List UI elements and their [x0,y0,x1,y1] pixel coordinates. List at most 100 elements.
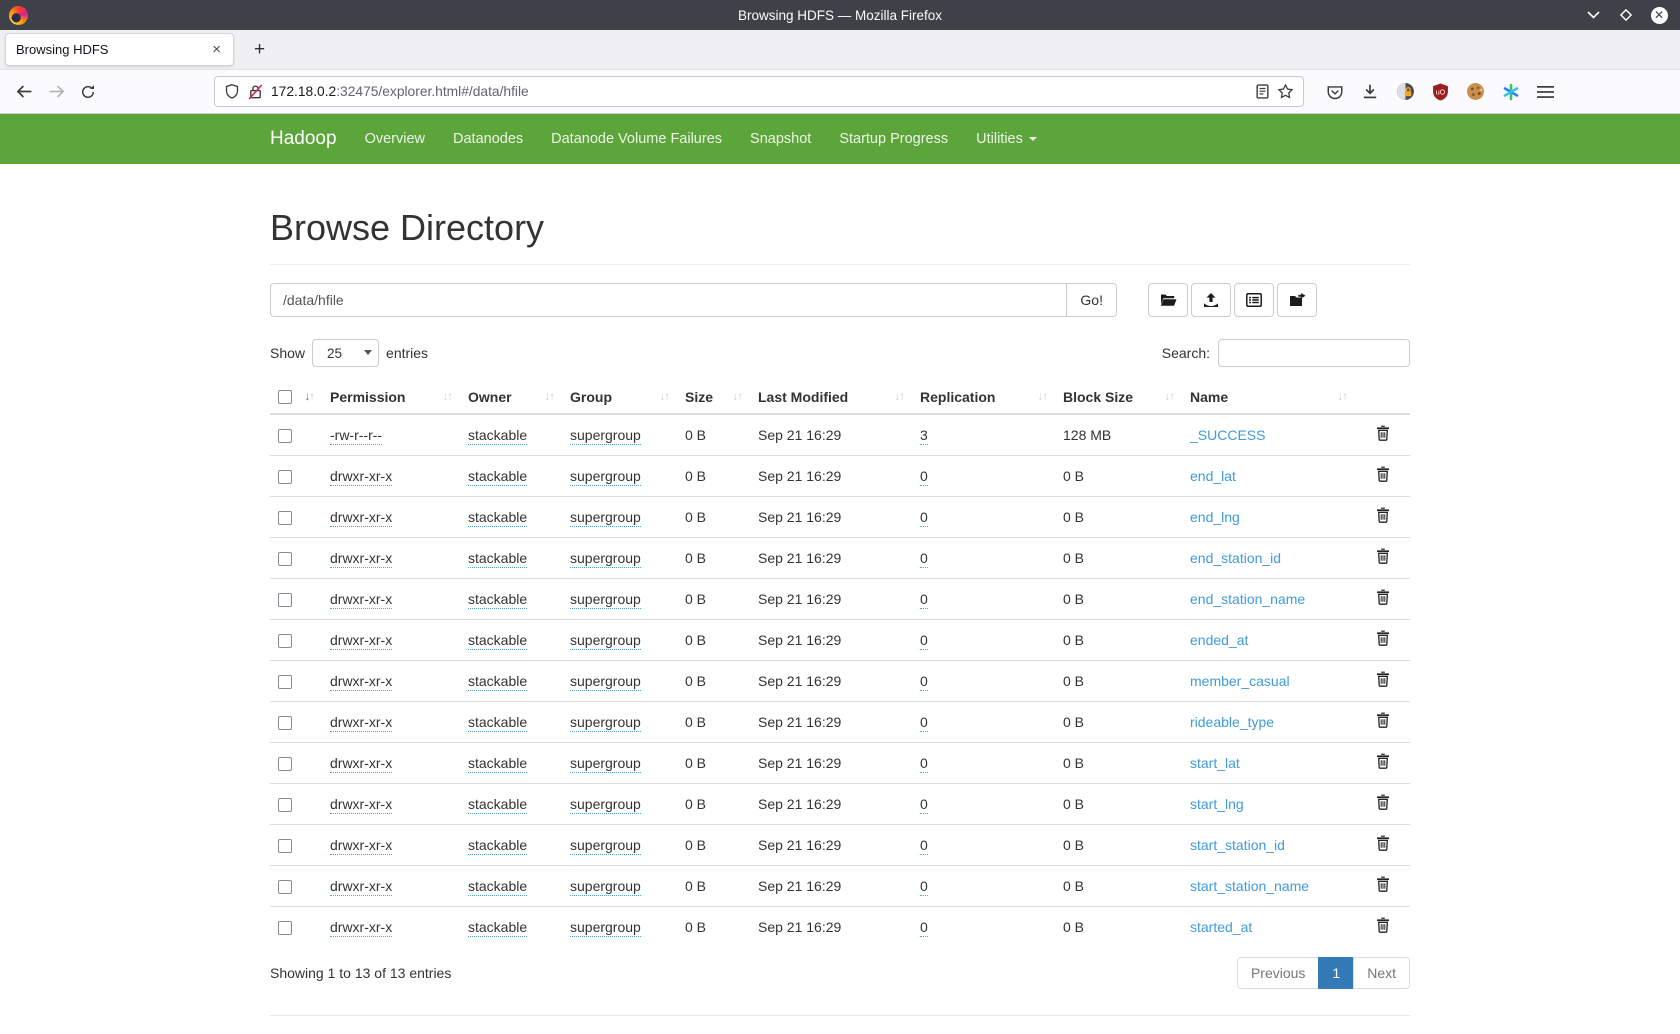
file-name-link[interactable]: end_lng [1190,509,1240,525]
row-checkbox[interactable] [278,675,292,689]
paste-folder-button[interactable] [1277,283,1317,317]
file-name-link[interactable]: end_lat [1190,468,1236,484]
column-header-last-modified[interactable]: Last Modified↓↑ [750,381,912,414]
column-header-size[interactable]: Size↓↑ [677,381,750,414]
group-value[interactable]: supergroup [570,878,641,896]
row-checkbox[interactable] [278,511,292,525]
delete-file-button[interactable] [1376,425,1390,441]
column-header-owner[interactable]: Owner↓↑ [460,381,562,414]
delete-file-button[interactable] [1376,671,1390,687]
nav-item-overview[interactable]: Overview [351,131,439,147]
permission-value[interactable]: drwxr-xr-x [330,714,392,732]
file-name-link[interactable]: end_station_id [1190,550,1281,566]
group-value[interactable]: supergroup [570,550,641,568]
group-value[interactable]: supergroup [570,427,641,445]
owner-value[interactable]: stackable [468,632,527,650]
search-input[interactable] [1218,339,1410,367]
window-maximize-button[interactable] [1617,6,1635,24]
file-name-link[interactable]: member_casual [1190,673,1290,689]
permission-value[interactable]: drwxr-xr-x [330,591,392,609]
replication-value[interactable]: 0 [920,878,928,896]
replication-value[interactable]: 3 [920,427,928,445]
replication-value[interactable]: 0 [920,837,928,855]
insecure-lock-icon[interactable] [248,84,263,100]
pocket-icon[interactable] [1326,83,1344,101]
permission-value[interactable]: drwxr-xr-x [330,632,392,650]
permission-value[interactable]: drwxr-xr-x [330,509,392,527]
permission-value[interactable]: drwxr-xr-x [330,878,392,896]
nav-item-startup-progress[interactable]: Startup Progress [825,131,962,147]
file-name-link[interactable]: start_lng [1190,796,1244,812]
permission-value[interactable]: -rw-r--r-- [330,427,382,445]
directory-path-input[interactable] [270,283,1066,317]
group-value[interactable]: supergroup [570,673,641,691]
select-all-header[interactable]: ↓↑ [270,381,322,414]
group-value[interactable]: supergroup [570,796,641,814]
group-value[interactable]: supergroup [570,837,641,855]
owner-value[interactable]: stackable [468,468,527,486]
delete-file-button[interactable] [1376,835,1390,851]
replication-value[interactable]: 0 [920,632,928,650]
delete-file-button[interactable] [1376,589,1390,605]
owner-value[interactable]: stackable [468,837,527,855]
group-value[interactable]: supergroup [570,919,641,937]
delete-file-button[interactable] [1376,794,1390,810]
column-header-replication[interactable]: Replication↓↑ [912,381,1055,414]
column-header-name[interactable]: Name↓↑ [1182,381,1355,414]
row-checkbox[interactable] [278,880,292,894]
owner-value[interactable]: stackable [468,591,527,609]
file-name-link[interactable]: _SUCCESS [1190,427,1265,443]
permission-value[interactable]: drwxr-xr-x [330,755,392,773]
browser-tab[interactable]: Browsing HDFS × [5,33,234,66]
column-header-block-size[interactable]: Block Size↓↑ [1055,381,1182,414]
tracking-shield-icon[interactable] [224,83,240,100]
row-checkbox[interactable] [278,552,292,566]
owner-value[interactable]: stackable [468,755,527,773]
permission-value[interactable]: drwxr-xr-x [330,796,392,814]
tab-close-button[interactable]: × [210,41,223,58]
nav-item-utilities[interactable]: Utilities [962,131,1051,147]
row-checkbox[interactable] [278,921,292,935]
file-name-link[interactable]: start_station_name [1190,878,1309,894]
group-value[interactable]: supergroup [570,509,641,527]
row-checkbox[interactable] [278,798,292,812]
window-close-button[interactable]: ✕ [1650,6,1668,24]
upload-files-button[interactable] [1191,283,1231,317]
permission-value[interactable]: drwxr-xr-x [330,919,392,937]
pagination-next[interactable]: Next [1353,957,1410,989]
reader-mode-icon[interactable] [1256,84,1269,99]
delete-file-button[interactable] [1376,876,1390,892]
reload-button[interactable] [72,77,104,107]
file-name-link[interactable]: start_station_id [1190,837,1285,853]
row-checkbox[interactable] [278,757,292,771]
delete-file-button[interactable] [1376,917,1390,933]
delete-file-button[interactable] [1376,630,1390,646]
pagination-previous[interactable]: Previous [1237,957,1319,989]
replication-value[interactable]: 0 [920,755,928,773]
navbar-brand[interactable]: Hadoop [270,128,337,150]
delete-file-button[interactable] [1376,753,1390,769]
delete-file-button[interactable] [1376,507,1390,523]
file-name-link[interactable]: start_lat [1190,755,1240,771]
owner-value[interactable]: stackable [468,878,527,896]
group-value[interactable]: supergroup [570,632,641,650]
url-bar[interactable]: 172.18.0.2:32475/explorer.html#/data/hfi… [214,76,1304,107]
replication-value[interactable]: 0 [920,919,928,937]
replication-value[interactable]: 0 [920,550,928,568]
owner-value[interactable]: stackable [468,550,527,568]
cookie-extension-icon[interactable] [1466,82,1485,101]
owner-value[interactable]: stackable [468,673,527,691]
back-button[interactable] [8,77,40,107]
new-tab-button[interactable]: + [246,37,273,63]
forward-button[interactable] [40,77,72,107]
replication-value[interactable]: 0 [920,796,928,814]
permission-value[interactable]: drwxr-xr-x [330,468,392,486]
replication-value[interactable]: 0 [920,468,928,486]
file-name-link[interactable]: ended_at [1190,632,1248,648]
privacy-extension-icon[interactable] [1396,82,1415,101]
go-button[interactable]: Go! [1066,283,1117,317]
row-checkbox[interactable] [278,839,292,853]
nav-item-snapshot[interactable]: Snapshot [736,131,825,147]
owner-value[interactable]: stackable [468,427,527,445]
menu-hamburger-icon[interactable] [1537,85,1554,99]
